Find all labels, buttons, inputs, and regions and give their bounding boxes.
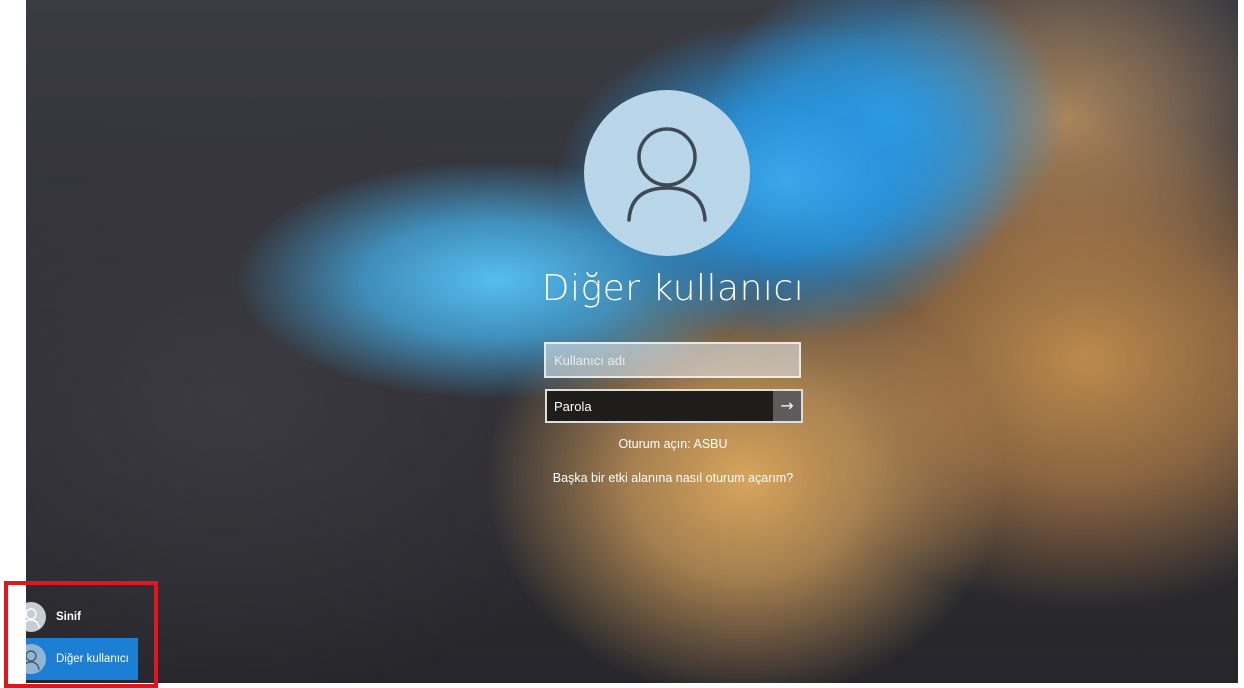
user-icon: [26, 644, 46, 674]
arrow-right-icon: →: [780, 396, 794, 415]
user-icon: [627, 127, 707, 222]
image-border: [26, 683, 1238, 688]
username-input[interactable]: [544, 342, 801, 378]
user-item-label: Diğer kullanıcı: [56, 653, 129, 665]
user-switcher: Sinif Diğer kullanıcı: [26, 596, 138, 680]
user-icon: [26, 602, 46, 632]
password-field-group: →: [545, 389, 803, 423]
password-input[interactable]: [547, 391, 773, 421]
signin-domain-text: Oturum açın: ASBU: [618, 437, 728, 451]
submit-button[interactable]: →: [773, 391, 801, 421]
user-item-other-user[interactable]: Diğer kullanıcı: [26, 638, 138, 680]
lock-screen: Diğer kullanıcı → Oturum açın: ASBU Başk…: [26, 0, 1238, 683]
other-domain-help-link[interactable]: Başka bir etki alanına nasıl oturum açar…: [26, 471, 1238, 485]
account-display-name: Diğer kullanıcı: [541, 268, 805, 309]
user-item-sinif[interactable]: Sinif: [26, 596, 138, 638]
user-avatar: [584, 90, 750, 256]
user-item-label: Sinif: [56, 611, 81, 623]
